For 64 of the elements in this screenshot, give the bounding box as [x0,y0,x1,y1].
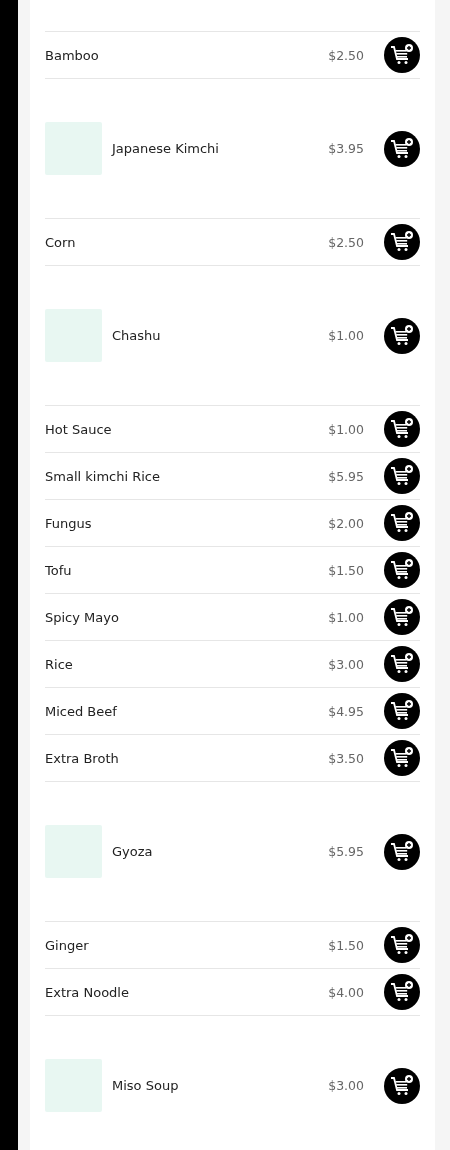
item-price: $1.00 [328,328,364,343]
item-name: Corn [45,234,77,250]
item-price: $2.50 [328,234,364,250]
item-name: Extra Noodle [45,984,130,1000]
item-price: $3.00 [328,656,364,672]
item-name: Japanese Kimchi [112,141,220,156]
item-price: $2.00 [328,515,364,531]
add-to-cart-button[interactable] [384,552,420,588]
cart-plus-icon [390,136,414,161]
item-name: Ginger [45,937,90,953]
add-to-cart-button[interactable] [384,1067,420,1104]
cart-plus-icon [390,980,414,1004]
add-to-cart-button[interactable] [384,411,420,447]
item-name: Tofu [45,562,73,578]
add-to-cart-button[interactable] [384,599,420,635]
item-price: $3.00 [328,1078,364,1093]
item-name: Spicy Mayo [45,609,120,625]
cart-plus-icon [390,839,414,864]
cart-plus-icon [390,652,414,676]
cart-plus-icon [390,746,414,770]
cart-plus-icon [390,605,414,629]
item-price: $3.95 [328,141,364,156]
add-to-cart-button[interactable] [384,505,420,541]
item-price: $1.50 [328,937,364,953]
item-price: $5.95 [328,468,364,484]
item-name: Hot Sauce [45,421,113,437]
cart-plus-icon [390,699,414,723]
item-price: $1.00 [328,609,364,625]
item-name: Rice [45,656,74,672]
cart-plus-icon [390,511,414,535]
item-price: $4.00 [328,984,364,1000]
cart-plus-icon [390,230,414,254]
item-price: $2.50 [328,47,364,63]
add-to-cart-button[interactable] [384,693,420,729]
add-to-cart-button[interactable] [384,833,420,870]
item-name: Fungus [45,515,93,531]
item-name: Chashu [112,328,162,343]
add-to-cart-button[interactable] [384,317,420,354]
cart-plus-icon [390,933,414,957]
item-name: Bamboo [45,47,100,63]
add-to-cart-button[interactable] [384,37,420,73]
add-to-cart-button[interactable] [384,224,420,260]
add-to-cart-button[interactable] [384,646,420,682]
item-name: Small kimchi Rice [45,468,161,484]
add-to-cart-button[interactable] [384,740,420,776]
item-name: Extra Broth [45,750,120,766]
item-name: Miced Beef [45,703,118,719]
item-price: $5.95 [328,844,364,859]
cart-plus-icon [390,464,414,488]
cart-plus-icon [390,417,414,441]
cart-plus-icon [390,1073,414,1098]
add-to-cart-button[interactable] [384,974,420,1010]
item-name: Miso Soup [112,1078,180,1093]
cart-plus-icon [390,323,414,348]
item-price: $4.95 [328,703,364,719]
add-to-cart-button[interactable] [384,458,420,494]
add-to-cart-button[interactable] [384,130,420,167]
cart-plus-icon [390,43,414,67]
item-price: $3.50 [328,750,364,766]
item-name: Gyoza [112,844,154,859]
item-price: $1.50 [328,562,364,578]
item-price: $1.00 [328,421,364,437]
add-to-cart-button[interactable] [384,927,420,963]
cart-plus-icon [390,558,414,582]
